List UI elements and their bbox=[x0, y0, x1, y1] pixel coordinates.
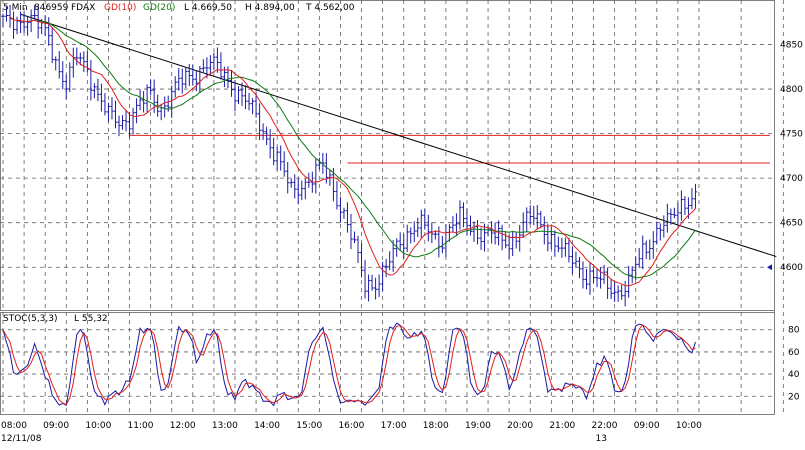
x-tick-label: 17:00 bbox=[381, 421, 407, 431]
date-label: 12/11/08 bbox=[1, 434, 42, 444]
interval-label: 5 Min bbox=[3, 3, 28, 13]
symbol-label: FDAX bbox=[71, 3, 95, 13]
date-label: 13 bbox=[596, 434, 607, 444]
price-y-tick-label: 4850 bbox=[780, 41, 803, 51]
stoch-header: STOC(5,3,3) L 55,32 bbox=[3, 314, 108, 324]
x-tick-label: 16:00 bbox=[338, 421, 364, 431]
stoch-y-tick-label: 80 bbox=[788, 326, 800, 336]
chart-window: 4600 4650 4700 4750 4800 4850 20 40 60 80 08:00 09:… bbox=[0, 0, 805, 446]
ma10-label: GD(10) bbox=[104, 3, 136, 13]
x-tick-label: 20:00 bbox=[507, 421, 533, 431]
x-tick-label: 15:00 bbox=[296, 421, 322, 431]
price-y-tick-label: 4700 bbox=[780, 174, 803, 184]
x-tick-label: 09:00 bbox=[634, 421, 660, 431]
price-y-tick-label: 4800 bbox=[780, 85, 803, 95]
x-tick-label: 22:00 bbox=[592, 421, 618, 431]
symbol-id-label: 846959 bbox=[34, 3, 69, 13]
stoch-y-tick-label: 60 bbox=[788, 348, 800, 358]
low-value-label: L 4.669,50 bbox=[184, 3, 232, 13]
fdax-intraday-chart: 4600 4650 4700 4750 4800 4850 20 40 60 80 08:00 09:… bbox=[0, 0, 803, 444]
x-tick-label: 10:00 bbox=[676, 421, 702, 431]
x-tick-label: 11:00 bbox=[128, 421, 154, 431]
stoch-y-tick-label: 40 bbox=[788, 370, 800, 380]
x-tick-label: 18:00 bbox=[423, 421, 449, 431]
stoch-y-tick-label: 20 bbox=[788, 392, 800, 402]
price-panel-frame bbox=[0, 0, 775, 311]
price-y-tick-label: 4750 bbox=[780, 130, 803, 140]
price-y-tick-label: 4600 bbox=[780, 263, 803, 273]
high-value-label: H 4.894,00 bbox=[245, 3, 295, 13]
stoch-panel-frame bbox=[0, 312, 775, 415]
stoch-label: STOC(5,3,3) bbox=[3, 314, 58, 324]
x-tick-label: 13:00 bbox=[212, 421, 238, 431]
x-tick-label: 19:00 bbox=[465, 421, 491, 431]
last-value-label: T 4.562,00 bbox=[305, 3, 355, 13]
x-tick-label: 10:00 bbox=[85, 421, 111, 431]
x-tick-label: 14:00 bbox=[254, 421, 280, 431]
stoch-last-label: L 55,32 bbox=[74, 314, 108, 324]
x-tick-label: 21:00 bbox=[549, 421, 575, 431]
ma20-label: GD(20) bbox=[143, 3, 175, 13]
x-tick-label: 09:00 bbox=[43, 421, 69, 431]
x-tick-label: 08:00 bbox=[1, 421, 27, 431]
price-y-tick-label: 4650 bbox=[780, 219, 803, 229]
x-tick-label: 12:00 bbox=[170, 421, 196, 431]
